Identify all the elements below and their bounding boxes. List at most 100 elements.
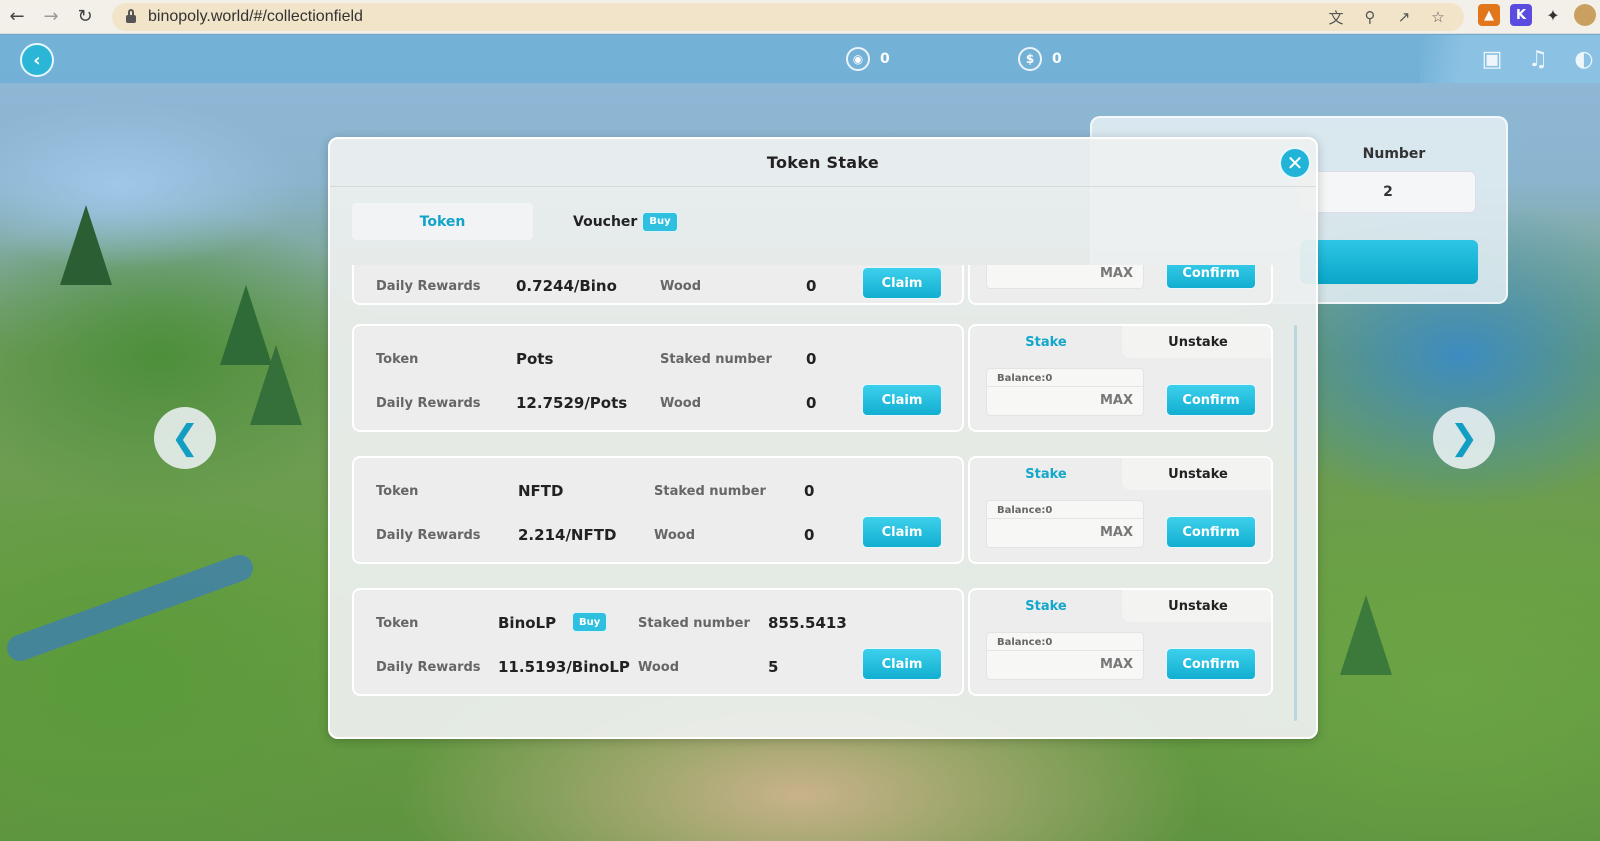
token-info-card: Token BinoLP Buy Staked number 855.5413 …	[352, 588, 964, 696]
number-value[interactable]: 2	[1300, 171, 1476, 213]
binolp-buy-badge[interactable]: Buy	[572, 612, 608, 632]
tab-voucher-label: Voucher	[573, 213, 638, 230]
unstake-tab[interactable]: Unstake	[1122, 590, 1271, 622]
token-row-binolp: Token BinoLP Buy Staked number 855.5413 …	[352, 588, 1287, 696]
modal-tabs: Token Voucher Buy	[352, 203, 693, 240]
gem-icon: ◉	[846, 47, 870, 71]
stake-tab[interactable]: Stake	[970, 458, 1122, 490]
game-right-icons: ▣ ♫ ◐	[1420, 35, 1600, 83]
daily-rewards-value: 12.7529/Pots	[516, 394, 628, 412]
modal-header: Token Stake	[330, 139, 1316, 187]
coin-stat: $ 0	[1018, 47, 1062, 71]
stake-card: MAX Confirm	[968, 265, 1273, 305]
claim-button[interactable]: Claim	[862, 384, 942, 416]
lock-icon	[126, 9, 136, 23]
daily-rewards-value: 0.7244/Bino	[516, 277, 617, 295]
gem-stat-value: 0	[880, 51, 890, 67]
game-top-bar	[0, 35, 1600, 83]
stake-tab[interactable]: Stake	[970, 326, 1122, 358]
stake-amount-input[interactable]: MAX	[986, 265, 1144, 289]
token-name: Pots	[516, 350, 554, 368]
token-stake-modal: Token Stake ✕ Token Voucher Buy Daily Re…	[328, 137, 1318, 739]
token-row-bino: Daily Rewards 0.7244/Bino Wood 0 Claim M…	[352, 265, 1287, 305]
token-label: Token	[376, 616, 419, 631]
previous-arrow[interactable]: ❮	[154, 407, 216, 469]
chevron-left-icon: ❮	[170, 418, 200, 458]
profile-icon[interactable]	[1574, 4, 1596, 26]
tree-decoration	[60, 205, 112, 285]
confirm-button[interactable]: Confirm	[1166, 265, 1256, 289]
coin-stat-value: 0	[1052, 51, 1062, 67]
token-info-card: Token NFTD Staked number 0 Daily Rewards…	[352, 456, 964, 564]
stake-amount-input[interactable]: Balance:0 MAX	[986, 368, 1144, 416]
translate-icon[interactable]: 文	[1326, 7, 1346, 27]
staked-number-value: 855.5413	[768, 614, 847, 632]
balance-label: Balance:0	[997, 373, 1053, 384]
globe-icon[interactable]: ◐	[1568, 44, 1600, 74]
token-info-card: Daily Rewards 0.7244/Bino Wood 0 Claim	[352, 265, 964, 305]
list-scrollbar[interactable]	[1294, 325, 1297, 721]
unstake-tab[interactable]: Unstake	[1122, 458, 1271, 490]
max-button[interactable]: MAX	[1100, 393, 1133, 408]
tab-voucher[interactable]: Voucher Buy	[533, 203, 693, 240]
wood-label: Wood	[654, 528, 696, 543]
stake-tabs: Stake Unstake	[970, 326, 1271, 358]
daily-rewards-label: Daily Rewards	[376, 279, 481, 294]
forward-arrow-icon[interactable]: →	[34, 0, 68, 34]
max-button[interactable]: MAX	[1100, 525, 1133, 540]
stake-card: Stake Unstake Balance:0 MAX Confirm	[968, 324, 1273, 432]
background-panel-button[interactable]	[1300, 240, 1478, 284]
daily-rewards-label: Daily Rewards	[376, 396, 481, 411]
wood-value: 0	[804, 526, 815, 544]
river-decoration	[3, 551, 257, 665]
zoom-icon[interactable]: ⚲	[1360, 7, 1380, 27]
stake-card: Stake Unstake Balance:0 MAX Confirm	[968, 456, 1273, 564]
url-text: binopoly.world/#/collectionfield	[148, 8, 363, 25]
music-icon[interactable]: ♫	[1522, 44, 1554, 74]
chevron-right-icon: ❯	[1449, 418, 1479, 458]
wood-label: Wood	[638, 660, 680, 675]
stake-amount-input[interactable]: Balance:0 MAX	[986, 500, 1144, 548]
confirm-button[interactable]: Confirm	[1166, 648, 1256, 680]
token-name: BinoLP	[498, 614, 557, 632]
unstake-tab[interactable]: Unstake	[1122, 326, 1271, 358]
stake-card: Stake Unstake Balance:0 MAX Confirm	[968, 588, 1273, 696]
next-arrow[interactable]: ❯	[1433, 407, 1495, 469]
balance-divider	[987, 518, 1143, 519]
k-extension-icon[interactable]: K	[1510, 4, 1532, 26]
balance-label: Balance:0	[997, 505, 1053, 516]
max-button[interactable]: MAX	[1100, 266, 1133, 281]
token-label: Token	[376, 484, 419, 499]
wood-value: 5	[768, 658, 779, 676]
address-bar[interactable]: binopoly.world/#/collectionfield 文 ⚲ ↗ ☆	[112, 3, 1464, 31]
token-row-pots: Token Pots Staked number 0 Daily Rewards…	[352, 324, 1287, 432]
balance-divider	[987, 650, 1143, 651]
tab-token[interactable]: Token	[352, 203, 533, 240]
metamask-icon[interactable]: ▲	[1478, 4, 1500, 26]
shop-icon[interactable]: ▣	[1476, 44, 1508, 74]
max-button[interactable]: MAX	[1100, 657, 1133, 672]
stake-tabs: Stake Unstake	[970, 458, 1271, 490]
voucher-buy-badge[interactable]: Buy	[642, 211, 678, 232]
token-name: NFTD	[518, 482, 564, 500]
confirm-button[interactable]: Confirm	[1166, 516, 1256, 548]
close-button[interactable]: ✕	[1279, 147, 1311, 179]
close-icon: ✕	[1286, 151, 1304, 175]
daily-rewards-value: 11.5193/BinoLP	[498, 658, 630, 676]
stake-tab[interactable]: Stake	[970, 590, 1122, 622]
confirm-button[interactable]: Confirm	[1166, 384, 1256, 416]
share-icon[interactable]: ↗	[1394, 7, 1414, 27]
token-label: Token	[376, 352, 419, 367]
reload-icon[interactable]: ↻	[68, 0, 102, 34]
star-icon[interactable]: ☆	[1428, 7, 1448, 27]
puzzle-icon[interactable]: ✦	[1542, 4, 1564, 26]
claim-button[interactable]: Claim	[862, 516, 942, 548]
claim-button[interactable]: Claim	[862, 648, 942, 680]
back-arrow-icon[interactable]: ←	[0, 0, 34, 34]
stake-amount-input[interactable]: Balance:0 MAX	[986, 632, 1144, 680]
tree-decoration	[1340, 595, 1392, 675]
wood-value: 0	[806, 277, 817, 295]
claim-button[interactable]: Claim	[862, 267, 942, 299]
gem-stat: ◉ 0	[846, 47, 890, 71]
game-back-button[interactable]: ‹	[20, 43, 54, 77]
